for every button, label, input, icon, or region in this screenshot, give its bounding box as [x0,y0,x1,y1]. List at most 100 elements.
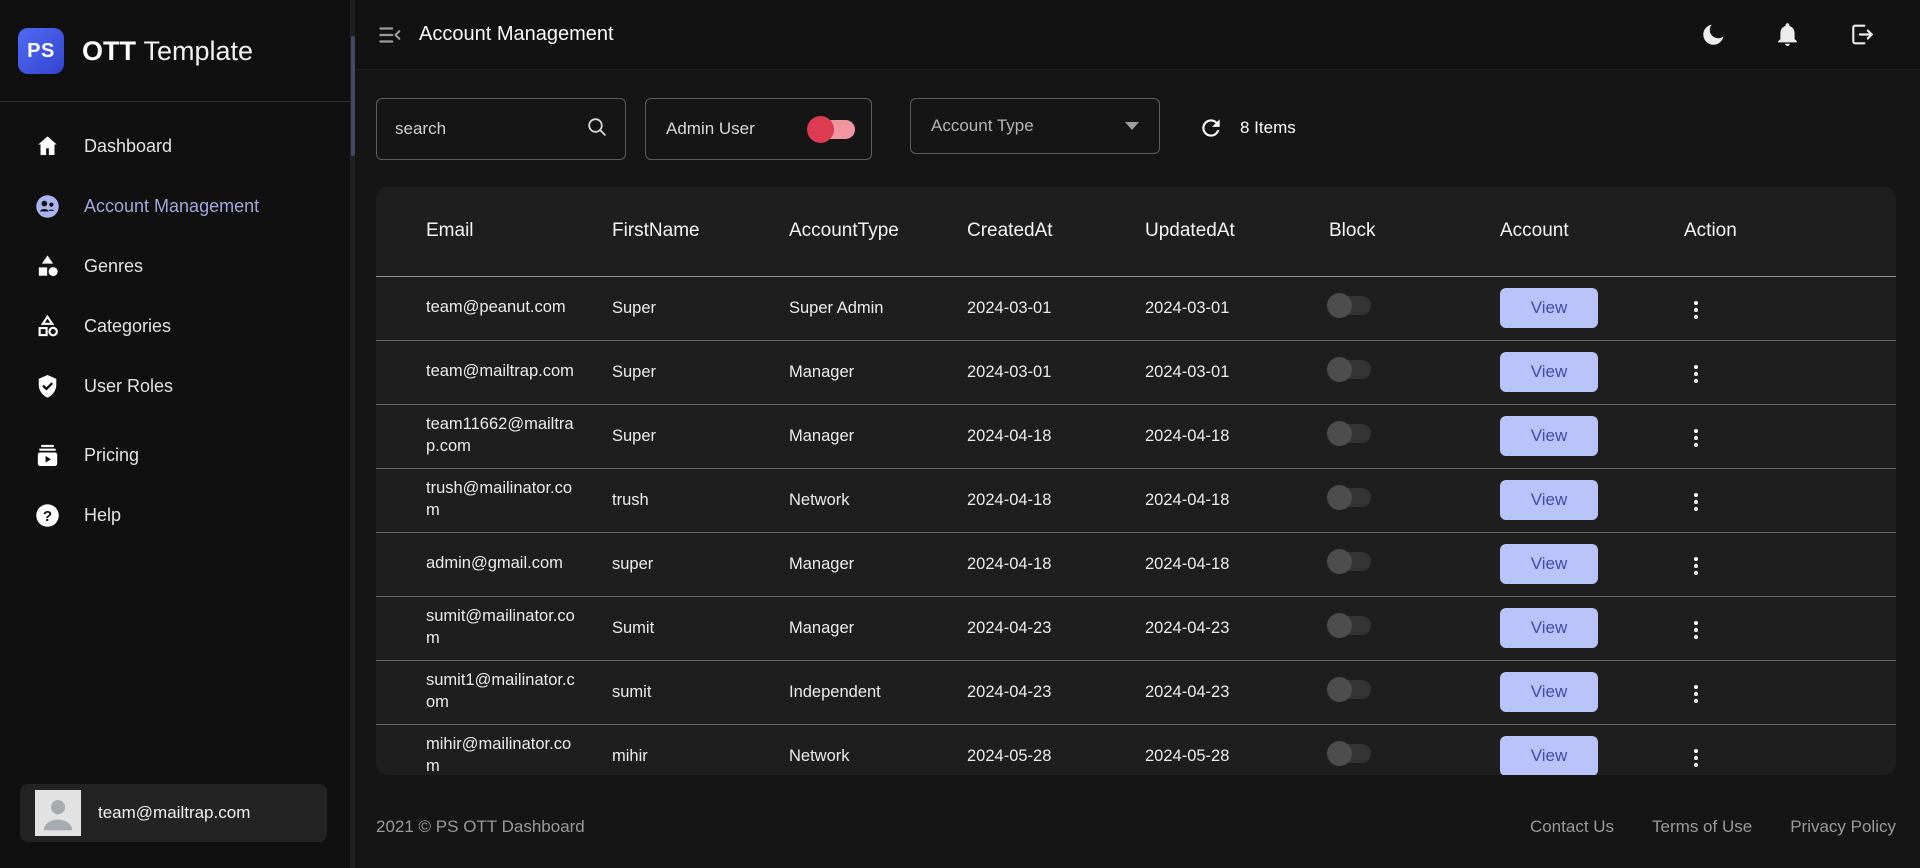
table-row: sumit1@mailinator.com sumit Independent … [376,659,1896,724]
email-cell: trush@mailinator.com [426,479,573,519]
sidebar-item-dashboard[interactable]: Dashboard [0,116,350,176]
accounts-table: Email FirstName AccountType CreatedAt Up… [376,187,1896,775]
column-header-createdat: CreatedAt [967,187,1145,277]
view-button[interactable]: View [1500,352,1598,392]
block-toggle[interactable] [1327,421,1371,446]
column-header-block: Block [1329,187,1500,277]
footer-link-privacy-policy[interactable]: Privacy Policy [1790,817,1896,837]
row-actions-menu-icon[interactable] [1684,551,1708,581]
table-header-row: Email FirstName AccountType CreatedAt Up… [376,187,1896,277]
copyright-text: 2021 © PS OTT Dashboard [376,817,585,836]
account-type-select[interactable]: Account Type [910,98,1160,154]
accounttype-cell: Network [789,723,967,775]
footer-links: Contact Us Terms of Use Privacy Policy [1530,817,1896,837]
table-row: trush@mailinator.com trush Network 2024-… [376,467,1896,532]
updatedat-cell: 2024-05-28 [1145,723,1329,775]
page-title: Account Management [419,23,614,45]
view-button[interactable]: View [1500,736,1598,775]
toggle-knob [1327,421,1352,446]
svg-text:?: ? [43,508,52,525]
accounttype-cell: Manager [789,595,967,660]
items-count-label: 8 Items [1240,118,1296,137]
row-actions-menu-icon[interactable] [1684,679,1708,709]
view-button[interactable]: View [1500,672,1598,712]
sidebar-item-label: Account Management [84,195,260,216]
createdat-cell: 2024-04-23 [967,659,1145,724]
table-row: team@peanut.com Super Super Admin 2024-0… [376,276,1896,340]
firstname-cell: trush [612,467,789,532]
user-profile-card[interactable]: team@mailtrap.com [20,784,327,842]
sidebar-item-user-roles[interactable]: User Roles [0,356,350,416]
accounttype-cell: Manager [789,531,967,596]
block-toggle[interactable] [1327,613,1371,638]
refresh-icon[interactable] [1196,113,1226,143]
sidebar-item-account-management[interactable]: Account Management [0,176,350,236]
view-button[interactable]: View [1500,608,1598,648]
user-roles-icon [34,373,61,400]
createdat-cell: 2024-04-23 [967,595,1145,660]
sidebar-item-label: Dashboard [84,135,173,156]
admin-user-toggle[interactable] [807,115,855,143]
row-actions-menu-icon[interactable] [1684,359,1708,389]
categories-icon [34,313,61,340]
accounttype-cell: Manager [789,403,967,468]
search-input[interactable] [395,119,585,139]
row-actions-menu-icon[interactable] [1684,615,1708,645]
sidebar-item-label: Genres [84,255,144,276]
content: Admin User Account Type 8 Items [351,70,1920,868]
view-button[interactable]: View [1500,416,1598,456]
notifications-icon[interactable] [1772,20,1802,50]
row-actions-menu-icon[interactable] [1684,743,1708,773]
email-cell: mihir@mailinator.com [426,735,572,775]
sidebar-item-help[interactable]: ? Help [0,485,350,545]
accounts-table-card: Email FirstName AccountType CreatedAt Up… [376,187,1896,775]
block-toggle[interactable] [1327,485,1371,510]
column-header-account: Account [1500,187,1684,277]
vertical-scrollbar[interactable] [351,0,355,868]
row-actions-menu-icon[interactable] [1684,423,1708,453]
firstname-cell: Super [612,403,789,468]
toggle-knob [1327,741,1352,767]
user-email: team@mailtrap.com [98,803,251,822]
updatedat-cell: 2024-04-18 [1145,403,1329,468]
toggle-knob [1327,293,1352,318]
sidebar-collapse-icon[interactable] [375,21,403,49]
column-header-action: Action [1684,187,1896,277]
block-toggle[interactable] [1327,741,1371,767]
dark-mode-icon[interactable] [1698,20,1728,50]
sidebar-item-genres[interactable]: Genres [0,236,350,296]
sidebar-item-categories[interactable]: Categories [0,296,350,356]
search-icon[interactable] [585,115,609,144]
logout-icon[interactable] [1846,20,1876,50]
admin-user-filter: Admin User [645,98,872,160]
footer-link-terms-of-use[interactable]: Terms of Use [1652,817,1752,837]
footer-link-contact-us[interactable]: Contact Us [1530,817,1614,837]
email-cell: team@peanut.com [426,298,566,317]
email-cell: sumit1@mailinator.com [426,671,575,711]
block-toggle[interactable] [1327,677,1371,702]
scrollbar-thumb[interactable] [351,36,355,156]
view-button[interactable]: View [1500,480,1598,520]
email-cell: sumit@mailinator.com [426,607,575,647]
email-cell: team@mailtrap.com [426,362,574,381]
brand-title: OTT Template [82,36,253,67]
block-toggle[interactable] [1327,549,1371,574]
table-row: admin@gmail.com super Manager 2024-04-18… [376,531,1896,596]
firstname-cell: sumit [612,659,789,724]
main-area: Account Management search Admin User Acc… [351,0,1920,868]
block-toggle[interactable] [1327,357,1371,382]
row-actions-menu-icon[interactable] [1684,487,1708,517]
view-button[interactable]: View [1500,288,1598,328]
row-actions-menu-icon[interactable] [1684,295,1708,325]
view-button[interactable]: View [1500,544,1598,584]
createdat-cell: 2024-04-18 [967,403,1145,468]
sidebar: PS OTT Template Dashboard Account Manage… [0,0,351,868]
updatedat-cell: 2024-03-01 [1145,339,1329,404]
sidebar-item-pricing[interactable]: Pricing [0,425,350,485]
block-toggle[interactable] [1327,293,1371,318]
column-header-accounttype: AccountType [789,187,967,277]
accounttype-cell: Manager [789,339,967,404]
accounttype-cell: Independent [789,659,967,724]
table-row: sumit@mailinator.com Sumit Manager 2024-… [376,595,1896,660]
toggle-knob [1327,357,1352,382]
